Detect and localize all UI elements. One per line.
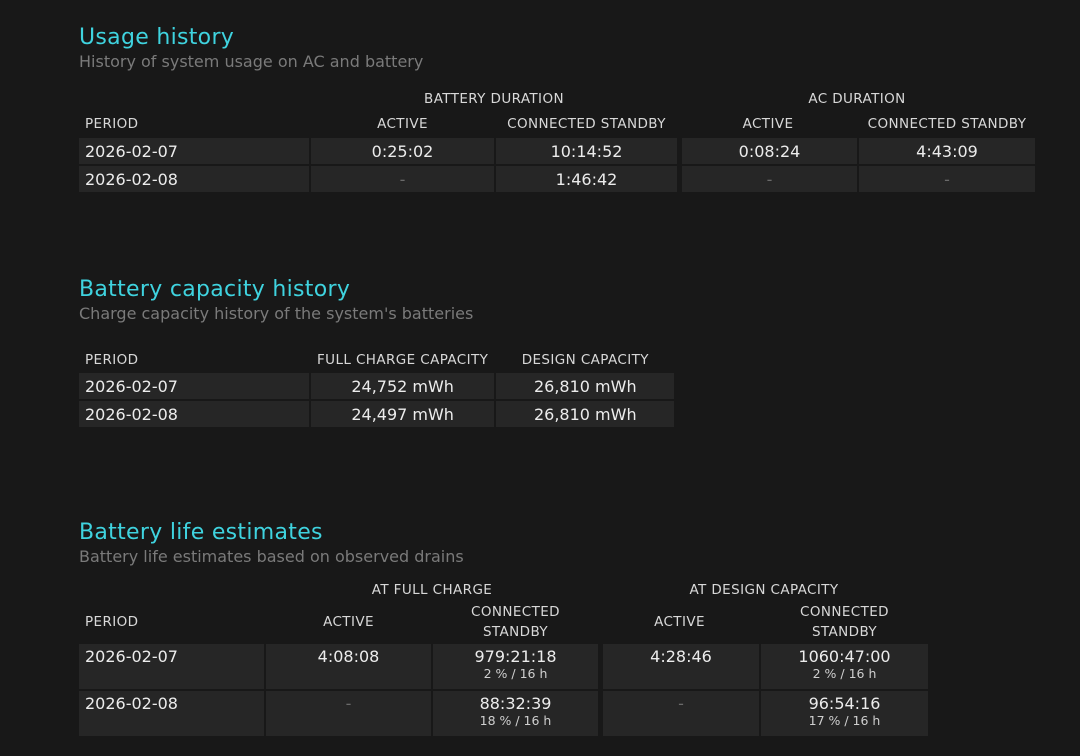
design-capacity-header: DESIGN CAPACITY: [521, 352, 649, 368]
full-charge-active-cell: -: [266, 691, 431, 736]
full-charge-capacity-cell: 24,497 mWh: [311, 401, 495, 427]
full-charge-standby-value: 979:21:18: [474, 647, 557, 666]
design-capacity-standby-rate: 2 % / 16 h: [812, 666, 877, 681]
battery-capacity-subtitle: Charge capacity history of the system's …: [79, 304, 474, 323]
period-cell: 2026-02-08: [79, 401, 309, 427]
ac-duration-header: AC DURATION: [808, 91, 906, 107]
table-row: 2026-02-07 0:25:02 10:14:52 0:08:24 4:43…: [79, 138, 1035, 164]
design-capacity-standby-header-line1: CONNECTED: [800, 604, 889, 620]
capacity-column-header-row: PERIOD FULL CHARGE CAPACITY DESIGN CAPAC…: [79, 349, 674, 371]
usage-column-header-row: PERIOD ACTIVE CONNECTED STANDBY ACTIVE C…: [79, 112, 1035, 136]
full-charge-standby-header: CONNECTED STANDBY: [433, 602, 598, 642]
estimates-column-header-row: PERIOD ACTIVE CONNECTED STANDBY ACTIVE C…: [79, 602, 928, 642]
ac-standby-cell: 4:43:09: [859, 138, 1035, 164]
design-capacity-standby-cell: 1060:47:00 2 % / 16 h: [761, 644, 928, 689]
usage-history-title: Usage history: [79, 25, 235, 50]
period-cell: 2026-02-08: [79, 691, 264, 736]
table-row: 2026-02-07 4:08:08 979:21:18 2 % / 16 h …: [79, 644, 928, 689]
ac-active-cell: 0:08:24: [679, 138, 857, 164]
period-cell: 2026-02-07: [79, 644, 264, 689]
battery-capacity-title: Battery capacity history: [79, 277, 351, 302]
ac-standby-cell: -: [859, 166, 1035, 192]
period-header: PERIOD: [85, 614, 139, 630]
full-charge-capacity-header: FULL CHARGE CAPACITY: [317, 352, 489, 368]
battery-active-cell: 0:25:02: [311, 138, 494, 164]
full-charge-standby-rate: 18 % / 16 h: [479, 713, 552, 728]
battery-duration-header: BATTERY DURATION: [424, 91, 564, 107]
battery-standby-cell: 1:46:42: [496, 166, 677, 192]
full-charge-standby-header-line2: STANDBY: [482, 624, 549, 640]
table-row: 2026-02-08 - 88:32:39 18 % / 16 h - 96:5…: [79, 691, 928, 736]
design-capacity-standby-header-line2: STANDBY: [811, 624, 878, 640]
design-capacity-standby-value: 96:54:16: [808, 694, 881, 713]
period-header: PERIOD: [85, 116, 139, 132]
battery-standby-header: CONNECTED STANDBY: [507, 116, 666, 132]
period-header: PERIOD: [85, 352, 139, 368]
period-cell: 2026-02-07: [79, 373, 309, 399]
battery-life-estimates-table: AT FULL CHARGE AT DESIGN CAPACITY PERIOD…: [77, 578, 930, 738]
design-capacity-active-cell: -: [600, 691, 759, 736]
table-row: 2026-02-08 24,497 mWh 26,810 mWh: [79, 401, 675, 427]
table-row: 2026-02-07 24,752 mWh 26,810 mWh: [79, 373, 675, 399]
estimates-group-header-row: AT FULL CHARGE AT DESIGN CAPACITY: [79, 580, 928, 600]
ac-active-cell: -: [679, 166, 857, 192]
design-capacity-cell: 26,810 mWh: [496, 401, 675, 427]
usage-history-subtitle: History of system usage on AC and batter…: [79, 52, 424, 71]
usage-group-header-row: BATTERY DURATION AC DURATION: [79, 88, 1035, 110]
battery-life-estimates-section: Battery life estimates Battery life esti…: [79, 519, 930, 738]
battery-life-estimates-subtitle: Battery life estimates based on observed…: [79, 547, 464, 566]
usage-history-table: BATTERY DURATION AC DURATION PERIOD ACTI…: [77, 86, 1037, 194]
battery-capacity-table: PERIOD FULL CHARGE CAPACITY DESIGN CAPAC…: [77, 347, 676, 429]
battery-capacity-section: Battery capacity history Charge capacity…: [79, 276, 676, 429]
full-charge-active-header: ACTIVE: [323, 614, 374, 630]
full-charge-standby-rate: 2 % / 16 h: [483, 666, 548, 681]
full-charge-standby-header-line1: CONNECTED: [471, 604, 560, 620]
full-charge-capacity-cell: 24,752 mWh: [311, 373, 495, 399]
design-capacity-standby-header: CONNECTED STANDBY: [761, 602, 928, 642]
design-capacity-standby-rate: 17 % / 16 h: [808, 713, 881, 728]
at-full-charge-header: AT FULL CHARGE: [371, 582, 493, 598]
design-capacity-standby-value: 1060:47:00: [798, 647, 891, 666]
table-row: 2026-02-08 - 1:46:42 - -: [79, 166, 1035, 192]
ac-standby-header: CONNECTED STANDBY: [867, 116, 1027, 132]
full-charge-standby-cell: 88:32:39 18 % / 16 h: [433, 691, 598, 736]
design-capacity-standby-cell: 96:54:16 17 % / 16 h: [761, 691, 928, 736]
period-cell: 2026-02-07: [79, 138, 309, 164]
design-capacity-cell: 26,810 mWh: [496, 373, 675, 399]
at-design-capacity-header: AT DESIGN CAPACITY: [689, 582, 839, 598]
battery-life-estimates-title: Battery life estimates: [79, 520, 323, 545]
design-capacity-active-cell: 4:28:46: [600, 644, 759, 689]
usage-history-section: Usage history History of system usage on…: [79, 24, 1037, 194]
full-charge-active-cell: 4:08:08: [266, 644, 431, 689]
battery-standby-cell: 10:14:52: [496, 138, 677, 164]
ac-active-header: ACTIVE: [742, 116, 794, 132]
design-capacity-active-header: ACTIVE: [654, 614, 705, 630]
battery-active-header: ACTIVE: [377, 116, 428, 132]
battery-report-page: Usage history History of system usage on…: [0, 0, 1080, 756]
full-charge-standby-value: 88:32:39: [479, 694, 552, 713]
period-cell: 2026-02-08: [79, 166, 309, 192]
full-charge-standby-cell: 979:21:18 2 % / 16 h: [433, 644, 598, 689]
battery-active-cell: -: [311, 166, 494, 192]
